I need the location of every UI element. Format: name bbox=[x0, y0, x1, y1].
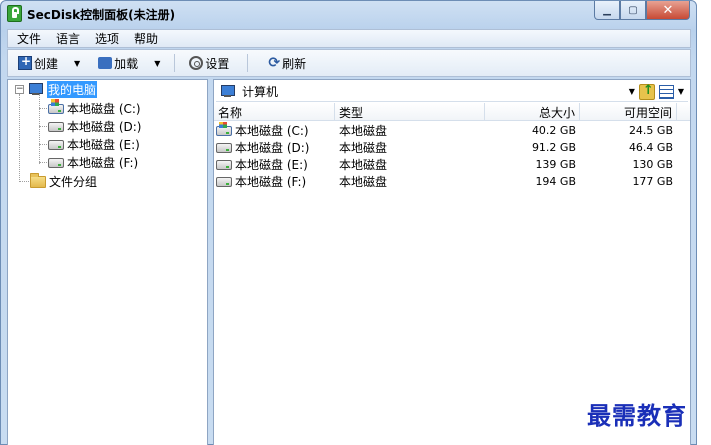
tree-item-label: 我的电脑 bbox=[47, 81, 98, 98]
view-mode-icon[interactable] bbox=[658, 84, 674, 99]
address-bar[interactable]: 计算机 ▼ ▼ bbox=[216, 82, 688, 102]
minimize-button[interactable]: ▁ bbox=[594, 1, 620, 20]
settings-button[interactable]: 设置 bbox=[185, 52, 233, 74]
tree-item-label: 本地磁盘 (E:) bbox=[67, 138, 140, 152]
toolbar-divider bbox=[247, 54, 249, 72]
drive-free-space: 24.5 GB bbox=[628, 124, 673, 137]
drive-total-size: 40.2 GB bbox=[531, 124, 576, 137]
drive-free-space: 46.4 GB bbox=[628, 141, 673, 154]
create-button[interactable]: 创建 bbox=[14, 52, 62, 74]
drive-type: 本地磁盘 bbox=[339, 124, 388, 138]
system-drive-icon bbox=[216, 122, 232, 136]
toolbar-divider bbox=[174, 54, 176, 72]
drive-free-space: 130 GB bbox=[632, 158, 673, 171]
tree-item-file-groups[interactable]: 文件分组 bbox=[30, 172, 98, 190]
view-dropdown-icon[interactable]: ▼ bbox=[678, 87, 684, 96]
load-label: 加载 bbox=[114, 56, 139, 71]
refresh-button[interactable]: ⟳ 刷新 bbox=[264, 52, 310, 74]
cell-name: 本地磁盘 (D:) bbox=[214, 139, 335, 156]
drive-name: 本地磁盘 (D:) bbox=[235, 141, 310, 155]
window-controls: ▁ ▢ ✕ bbox=[594, 1, 690, 20]
app-window: SecDisk控制面板(未注册) ▁ ▢ ✕ 文件 语言 选项 帮助 创建 ▼ … bbox=[0, 0, 697, 445]
folder-tree: − 我的电脑 本地磁盘 (C:) 本地磁盘 (D:) 本地磁盘 (E:) 本地磁… bbox=[8, 80, 207, 445]
drive-icon bbox=[216, 159, 232, 170]
create-label: 创建 bbox=[34, 56, 59, 71]
table-row[interactable]: 本地磁盘 (F:) 本地磁盘 194 GB 177 GB bbox=[214, 173, 690, 190]
cell-name: 本地磁盘 (C:) bbox=[214, 122, 335, 139]
refresh-icon: ⟳ bbox=[268, 55, 281, 71]
load-icon bbox=[98, 57, 113, 69]
folder-up-icon[interactable] bbox=[638, 83, 655, 100]
tree-connector bbox=[19, 181, 29, 182]
menu-help[interactable]: 帮助 bbox=[128, 30, 164, 47]
tree-item-drive-c[interactable]: 本地磁盘 (C:) bbox=[48, 98, 141, 117]
tree-item-label: 本地磁盘 (F:) bbox=[67, 156, 139, 170]
table-row[interactable]: 本地磁盘 (E:) 本地磁盘 139 GB 130 GB bbox=[214, 156, 690, 173]
table-row[interactable]: 本地磁盘 (C:) 本地磁盘 40.2 GB 24.5 GB bbox=[214, 122, 690, 139]
list-header: 名称 类型 总大小 可用空间 bbox=[214, 103, 690, 121]
tree-connector bbox=[39, 94, 40, 164]
drive-icon bbox=[48, 121, 64, 132]
toolbar: 创建 ▼ 加载 ▼ 设置 ⟳ 刷新 bbox=[7, 49, 691, 77]
drive-icon bbox=[216, 176, 232, 187]
menu-options[interactable]: 选项 bbox=[89, 30, 125, 47]
tree-connector bbox=[19, 94, 20, 182]
settings-label: 设置 bbox=[205, 56, 230, 71]
menu-file[interactable]: 文件 bbox=[11, 30, 47, 47]
tree-item-my-computer[interactable]: 我的电脑 bbox=[28, 81, 98, 98]
table-row[interactable]: 本地磁盘 (D:) 本地磁盘 91.2 GB 46.4 GB bbox=[214, 139, 690, 156]
folder-icon bbox=[30, 172, 46, 188]
drive-name: 本地磁盘 (C:) bbox=[235, 124, 309, 138]
drive-icon bbox=[48, 157, 64, 168]
tree-pane[interactable]: − 我的电脑 本地磁盘 (C:) 本地磁盘 (D:) 本地磁盘 (E:) 本地磁… bbox=[7, 79, 208, 445]
load-button[interactable]: 加载 bbox=[94, 52, 142, 74]
drive-total-size: 194 GB bbox=[535, 175, 576, 188]
create-dropdown-icon[interactable]: ▼ bbox=[74, 59, 80, 68]
collapse-toggle-icon[interactable]: − bbox=[15, 85, 24, 94]
cell-name: 本地磁盘 (F:) bbox=[214, 173, 335, 190]
drive-icon bbox=[48, 139, 64, 150]
cell-name: 本地磁盘 (E:) bbox=[214, 156, 335, 173]
column-header-type[interactable]: 类型 bbox=[335, 103, 485, 121]
refresh-label: 刷新 bbox=[282, 56, 307, 71]
tree-item-drive-f[interactable]: 本地磁盘 (F:) bbox=[48, 154, 138, 171]
drive-name: 本地磁盘 (E:) bbox=[235, 158, 308, 172]
drive-free-space: 177 GB bbox=[632, 175, 673, 188]
drive-total-size: 91.2 GB bbox=[531, 141, 576, 154]
column-header-total-size[interactable]: 总大小 bbox=[485, 103, 580, 121]
drive-total-size: 139 GB bbox=[535, 158, 576, 171]
lock-icon bbox=[7, 5, 22, 22]
drive-type: 本地磁盘 bbox=[339, 175, 388, 189]
column-header-name[interactable]: 名称 bbox=[214, 103, 335, 121]
tree-item-label: 本地磁盘 (C:) bbox=[67, 102, 141, 116]
drive-type: 本地磁盘 bbox=[339, 141, 388, 155]
tree-item-drive-d[interactable]: 本地磁盘 (D:) bbox=[48, 118, 141, 135]
load-dropdown-icon[interactable]: ▼ bbox=[154, 59, 160, 68]
menu-language[interactable]: 语言 bbox=[50, 30, 86, 47]
column-header-filler bbox=[677, 103, 690, 121]
create-icon bbox=[18, 54, 32, 70]
drive-icon bbox=[216, 142, 232, 153]
drive-list: 本地磁盘 (C:) 本地磁盘 40.2 GB 24.5 GB 本地磁盘 (D:)… bbox=[214, 122, 690, 190]
address-text: 计算机 bbox=[242, 85, 279, 99]
system-drive-icon bbox=[48, 98, 64, 114]
title-bar[interactable]: SecDisk控制面板(未注册) ▁ ▢ ✕ bbox=[1, 1, 696, 27]
watermark: 最需教育 bbox=[587, 401, 687, 430]
maximize-button[interactable]: ▢ bbox=[620, 1, 646, 20]
drive-name: 本地磁盘 (F:) bbox=[235, 175, 307, 189]
computer-icon bbox=[220, 85, 236, 98]
column-header-free-space[interactable]: 可用空间 bbox=[580, 103, 677, 121]
computer-icon bbox=[28, 83, 44, 96]
tree-item-drive-e[interactable]: 本地磁盘 (E:) bbox=[48, 136, 140, 153]
drive-type: 本地磁盘 bbox=[339, 158, 388, 172]
close-button[interactable]: ✕ bbox=[646, 1, 690, 20]
menu-bar: 文件 语言 选项 帮助 bbox=[7, 29, 691, 48]
tree-item-label: 本地磁盘 (D:) bbox=[67, 120, 142, 134]
address-dropdown-icon[interactable]: ▼ bbox=[629, 87, 635, 96]
window-title: SecDisk控制面板(未注册) bbox=[27, 8, 176, 22]
file-list-pane: 计算机 ▼ ▼ 名称 类型 总大小 可用空间 本地磁盘 (C:) 本地磁盘 40… bbox=[213, 79, 691, 445]
gear-icon bbox=[189, 56, 204, 70]
tree-item-label: 文件分组 bbox=[49, 175, 98, 189]
